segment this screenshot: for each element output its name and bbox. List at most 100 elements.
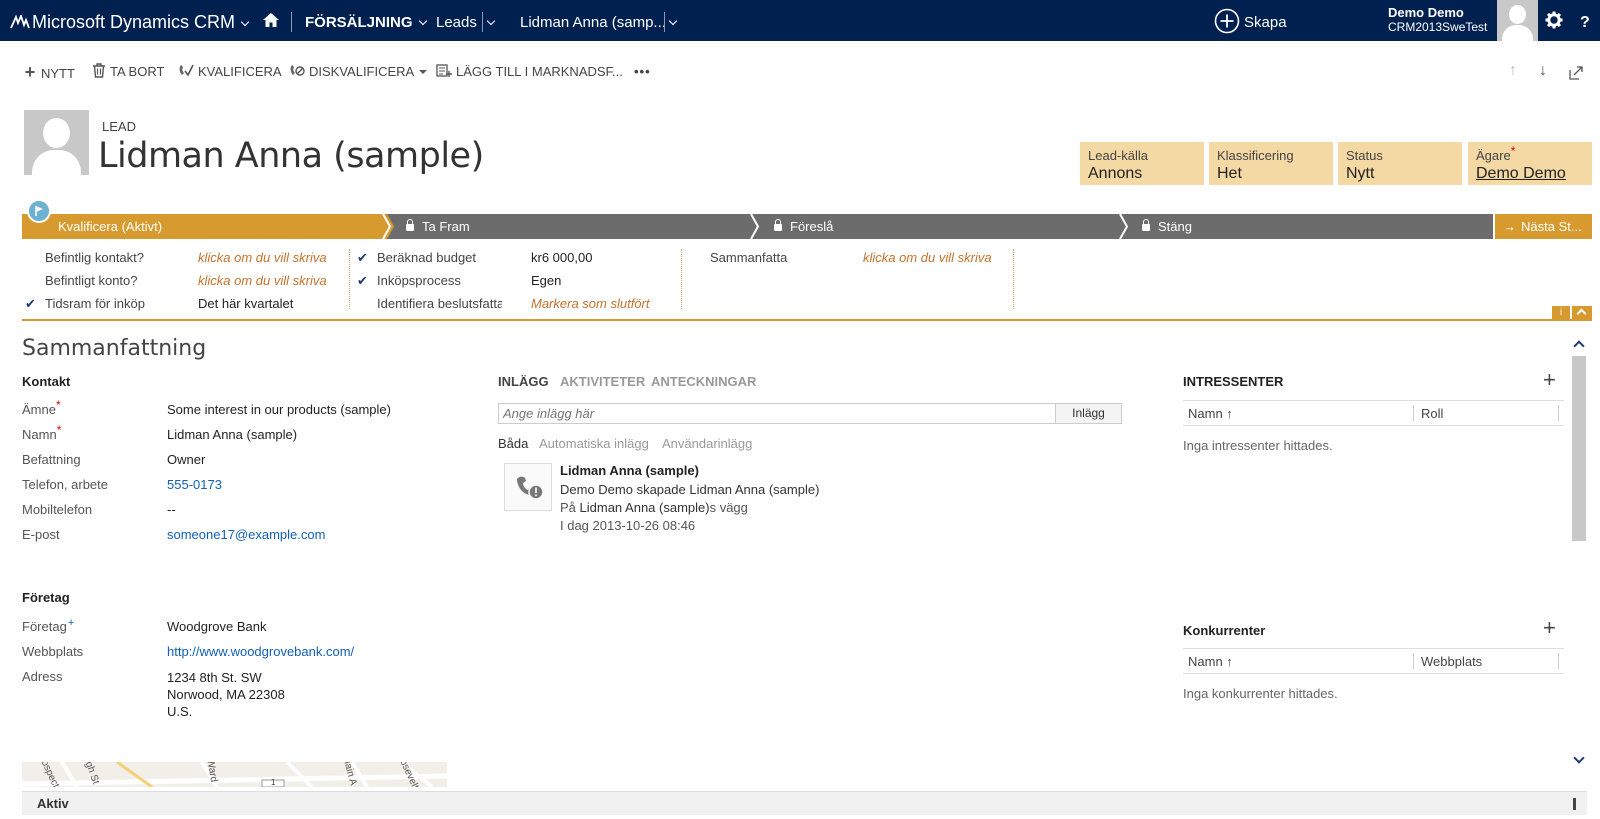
map-view[interactable]: Prospect High St Ward Main A Roosevelt 1 [22, 762, 447, 787]
header-field-lead-source[interactable]: Lead-källa Annons [1080, 142, 1204, 185]
field-label: Status [1346, 148, 1383, 163]
process-flag-button[interactable] [27, 199, 51, 223]
process-field-label: Inköpsprocess [377, 273, 461, 288]
entity-link[interactable]: Leads [436, 0, 477, 41]
header-field-owner[interactable]: Ägare* Demo Demo [1468, 142, 1592, 185]
entity-menu-button[interactable] [482, 0, 502, 41]
create-button[interactable]: Skapa [1214, 0, 1287, 41]
popout-button[interactable] [1569, 66, 1583, 85]
org-name: CRM2013SweTest [1388, 20, 1488, 34]
tab-posts[interactable]: INLÄGG [498, 374, 549, 389]
home-icon [263, 13, 279, 27]
plus-circle-icon [1214, 8, 1240, 34]
address-field[interactable]: 1234 8th St. SW Norwood, MA 22308 U.S. [167, 669, 285, 720]
app-name-menu[interactable]: Microsoft Dynamics CRM [10, 0, 250, 41]
more-commands-button[interactable]: ••• [634, 61, 651, 83]
field-value: Annons [1088, 165, 1143, 182]
lock-icon [406, 219, 414, 231]
disqualify-command[interactable]: DISKVALIFICERA [289, 61, 428, 83]
name-field[interactable]: Lidman Anna (sample) [167, 427, 297, 442]
tab-notes[interactable]: ANTECKNINGAR [651, 374, 756, 389]
website-field[interactable]: http://www.woodgrovebank.com/ [167, 644, 354, 659]
process-column-divider [349, 249, 350, 309]
post-activity-icon [504, 463, 552, 511]
header-field-rating[interactable]: Klassificering Het [1209, 142, 1333, 185]
scroll-down-button[interactable] [1572, 752, 1586, 766]
lock-icon [1142, 219, 1150, 231]
collapse-process-button[interactable] [1572, 306, 1592, 319]
record-breadcrumb[interactable]: Lidman Anna (samp... [520, 0, 666, 41]
new-command[interactable]: + NYTT [23, 61, 75, 83]
filter-both[interactable]: Båda [498, 436, 528, 451]
owner-link[interactable]: Demo Demo [1476, 165, 1584, 183]
post-input[interactable] [498, 403, 1056, 424]
address-line: Norwood, MA 22308 [167, 687, 285, 702]
record-menu-button[interactable] [664, 0, 684, 41]
help-button[interactable]: ? [1580, 0, 1590, 41]
vertical-scrollbar[interactable] [1569, 338, 1587, 778]
process-column-divider [681, 249, 682, 309]
process-field-input[interactable]: klicka om du vill skriva [198, 273, 327, 288]
post-wall-link[interactable]: Lidman Anna (sample) [580, 500, 710, 515]
user-avatar[interactable] [1497, 0, 1538, 41]
user-info[interactable]: Demo Demo CRM2013SweTest [1388, 5, 1487, 35]
process-field-input[interactable]: Egen [531, 273, 561, 288]
next-record-button[interactable]: ↓ [1539, 62, 1547, 80]
trash-icon [93, 63, 105, 78]
scrollbar-thumb[interactable] [1572, 356, 1586, 541]
settings-button[interactable] [1545, 11, 1563, 34]
top-navigation-bar: Microsoft Dynamics CRM FÖRSÄLJNING Leads… [0, 0, 1600, 41]
stage-label: Stäng [1158, 219, 1192, 234]
email-field[interactable]: someone17@example.com [167, 527, 325, 542]
field-value: Het [1217, 165, 1242, 182]
status-bar: Aktiv [22, 791, 1587, 815]
process-field-input[interactable]: klicka om du vill skriva [198, 250, 327, 265]
topic-field[interactable]: Some interest in our products (sample) [167, 402, 391, 417]
flag-icon [35, 206, 43, 216]
process-stage-propose[interactable]: Föreslå [774, 214, 833, 239]
column-header-name[interactable]: Namn ↑ [1188, 654, 1233, 669]
process-stage-close[interactable]: Stäng [1142, 214, 1192, 239]
post-button[interactable]: Inlägg [1055, 403, 1122, 424]
field-value: Nytt [1346, 165, 1375, 182]
next-stage-button[interactable]: → Nästa St... [1503, 214, 1582, 239]
add-competitor-button[interactable]: + [1543, 617, 1556, 639]
process-info-button[interactable]: i [1552, 306, 1570, 319]
delete-command[interactable]: TA BORT [92, 61, 164, 83]
scroll-up-button[interactable] [1572, 338, 1586, 352]
field-label: Adress [22, 669, 63, 684]
home-button[interactable] [262, 0, 280, 41]
post-title-link[interactable]: Lidman Anna (sample) [560, 463, 699, 478]
field-label: Ägare [1476, 148, 1511, 163]
column-header-name[interactable]: Namn ↑ [1188, 406, 1233, 421]
add-to-marketing-list-icon [436, 64, 452, 77]
competitors-empty-message: Inga konkurrenter hittades. [1183, 686, 1338, 701]
process-stage-develop[interactable]: Ta Fram [406, 214, 470, 239]
process-stage-qualify[interactable]: Kvalificera (Aktivt) [58, 214, 162, 239]
command-label: TA BORT [110, 64, 165, 79]
mobile-phone-field[interactable]: -- [167, 502, 176, 517]
record-image[interactable] [24, 110, 89, 175]
filter-auto-posts[interactable]: Automatiska inlägg [539, 436, 649, 451]
process-field-input[interactable]: Det här kvartalet [198, 296, 293, 311]
mark-complete-link[interactable]: Markera som slutfört [531, 296, 649, 311]
address-line: U.S. [167, 704, 193, 719]
qualify-command[interactable]: KVALIFICERA [178, 61, 282, 83]
status-bar-handle[interactable] [1573, 798, 1576, 810]
previous-record-button[interactable]: ↑ [1509, 62, 1517, 80]
column-header-website[interactable]: Webbplats [1421, 654, 1482, 669]
tab-activities[interactable]: AKTIVITETER [560, 374, 645, 389]
company-field[interactable]: Woodgrove Bank [167, 619, 267, 634]
area-menu[interactable]: FÖRSÄLJNING [305, 0, 427, 41]
filter-user-posts[interactable]: Användarinlägg [662, 436, 752, 451]
popout-icon [1569, 66, 1583, 80]
add-stakeholder-button[interactable]: + [1543, 369, 1556, 391]
job-title-field[interactable]: Owner [167, 452, 205, 467]
process-field-input[interactable]: kr6 000,00 [531, 250, 592, 265]
process-field-input[interactable]: klicka om du vill skriva [863, 250, 992, 265]
column-header-role[interactable]: Roll [1421, 406, 1443, 421]
business-phone-field[interactable]: 555-0173 [167, 477, 222, 492]
header-field-status[interactable]: Status Nytt [1338, 142, 1462, 185]
add-to-marketing-list-command[interactable]: LÄGG TILL I MARKNADSF... [436, 61, 623, 83]
command-label: KVALIFICERA [198, 64, 282, 79]
